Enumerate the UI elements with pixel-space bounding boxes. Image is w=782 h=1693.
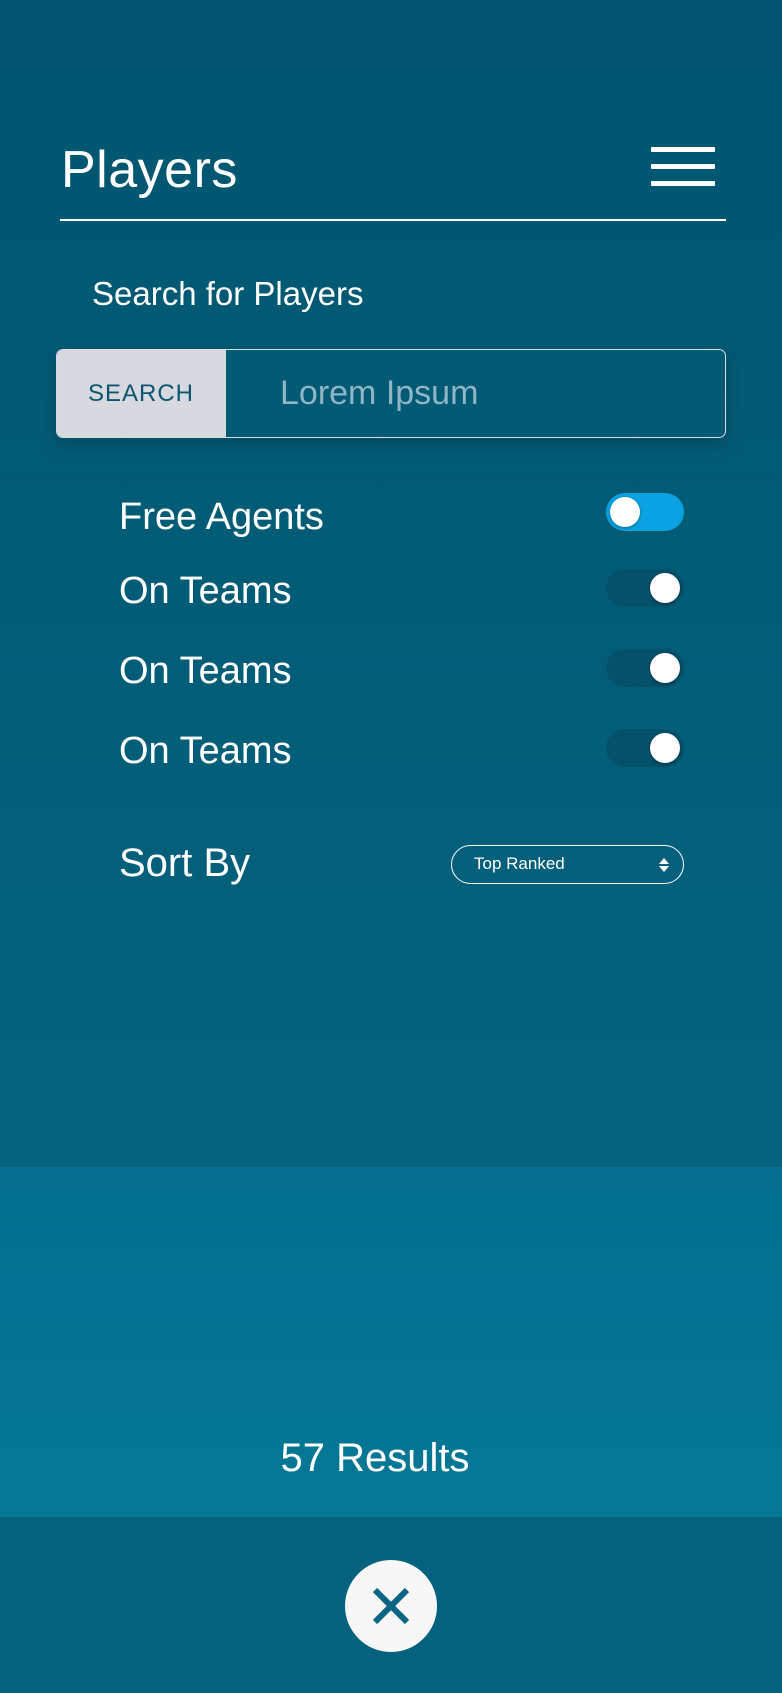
search-input[interactable] xyxy=(225,350,725,437)
close-button[interactable] xyxy=(345,1560,437,1652)
search-button[interactable]: SEARCH xyxy=(57,350,225,437)
toggle-knob xyxy=(650,653,680,683)
filter-row-free-agents: Free Agents xyxy=(119,492,684,542)
page-title: Players xyxy=(61,141,238,199)
search-section-label: Search for Players xyxy=(92,275,364,312)
header-divider xyxy=(60,219,726,221)
filter-label: On Teams xyxy=(119,570,292,612)
results-count: 57 Results xyxy=(280,1436,470,1480)
menu-bar xyxy=(651,181,715,186)
filter-row-on-teams: On Teams xyxy=(119,646,684,696)
sort-by-select[interactable]: Top Ranked xyxy=(451,845,684,884)
menu-bar xyxy=(651,147,715,152)
filter-row-on-teams: On Teams xyxy=(119,726,684,776)
hamburger-menu-icon[interactable] xyxy=(651,147,715,187)
filter-label: Free Agents xyxy=(119,496,324,538)
select-arrows-icon xyxy=(659,858,669,872)
sort-selected-value: Top Ranked xyxy=(474,854,565,873)
sort-by-label: Sort By xyxy=(119,841,251,885)
on-teams-toggle[interactable] xyxy=(606,569,684,607)
search-bar: SEARCH xyxy=(56,349,726,438)
toggle-knob xyxy=(650,733,680,763)
close-icon xyxy=(372,1587,410,1625)
players-filter-screen: Players Search for Players SEARCH Free A… xyxy=(0,0,782,1693)
on-teams-toggle[interactable] xyxy=(606,729,684,767)
on-teams-toggle[interactable] xyxy=(606,649,684,687)
filter-row-on-teams: On Teams xyxy=(119,566,684,616)
toggle-knob xyxy=(610,497,640,527)
filter-label: On Teams xyxy=(119,650,292,692)
toggle-knob xyxy=(650,573,680,603)
filter-label: On Teams xyxy=(119,730,292,772)
free-agents-toggle[interactable] xyxy=(606,493,684,531)
menu-bar xyxy=(651,164,715,169)
